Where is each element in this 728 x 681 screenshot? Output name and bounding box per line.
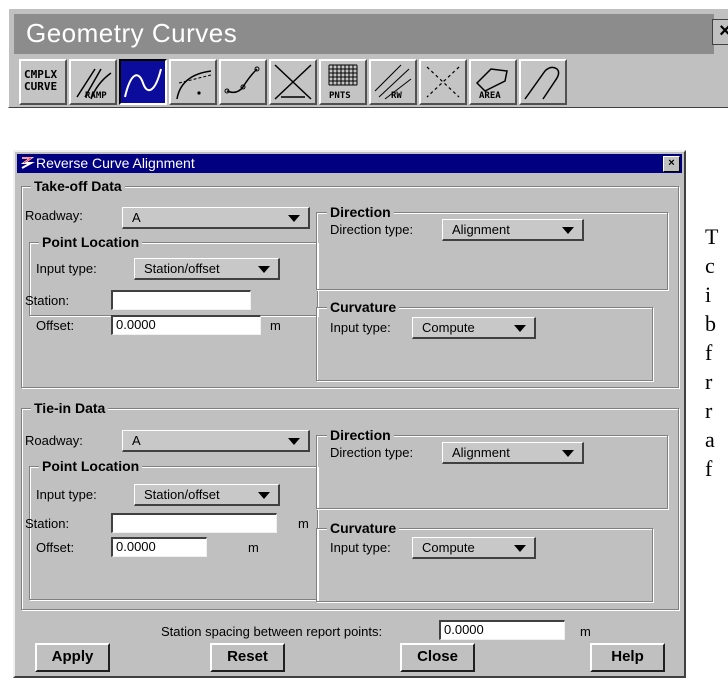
station-spacing-input[interactable]: 0.0000: [439, 620, 565, 640]
chevron-down-icon: [288, 438, 300, 445]
rw-label: RW: [391, 91, 402, 101]
tiein-curvature-input-label: Input type:: [330, 540, 391, 555]
tiein-direction-title: Direction: [327, 427, 394, 443]
tiein-curvature-value: Compute: [422, 540, 475, 555]
text-fragment: b: [705, 311, 716, 336]
chevron-down-icon: [514, 545, 526, 552]
tiein-input-type-dropdown[interactable]: Station/offset: [134, 484, 280, 506]
triangle-x-tool-button[interactable]: [269, 59, 317, 105]
toolbar-close-button[interactable]: ×: [712, 19, 728, 45]
station-spacing-unit: m: [580, 624, 591, 639]
takeoff-direction-value: Alignment: [452, 222, 510, 237]
curve-point-tool-button[interactable]: [169, 59, 217, 105]
close-button[interactable]: Close: [400, 643, 475, 672]
takeoff-curvature-dropdown[interactable]: Compute: [412, 317, 536, 339]
help-button[interactable]: Help: [590, 643, 665, 672]
takeoff-offset-label: Offset:: [36, 318, 75, 333]
text-fragment: f: [705, 340, 713, 365]
complex-curve-icon: CMPLX CURVE: [24, 68, 58, 93]
takeoff-roadway-label: Roadway:: [25, 208, 83, 223]
tiein-direction-dropdown[interactable]: Alignment: [442, 442, 584, 464]
points-label: PNTS: [329, 91, 351, 101]
tiein-offset-input[interactable]: 0.0000: [111, 537, 207, 557]
complex-curve-tool-button[interactable]: CMPLX CURVE: [19, 59, 67, 105]
points-grid-tool-button[interactable]: PNTS: [319, 59, 367, 105]
geometry-curves-toolbar: Geometry Curves × CMPLX CURVE RAMP PNTS …: [8, 8, 728, 108]
hook-curve-tool-button[interactable]: [519, 59, 567, 105]
area-tool-button[interactable]: AREA: [469, 59, 517, 105]
background-document-text: T c i b f r r a f: [705, 222, 718, 483]
tiein-station-input[interactable]: [111, 513, 277, 533]
tiein-station-unit: m: [298, 516, 309, 531]
takeoff-direction-dropdown[interactable]: Alignment: [442, 219, 584, 241]
ramp-tool-button[interactable]: RAMP: [69, 59, 117, 105]
hook-curve-icon: [524, 66, 560, 100]
takeoff-station-label: Station:: [25, 293, 70, 308]
tiein-curvature-title: Curvature: [327, 520, 400, 536]
tiein-point-location-title: Point Location: [39, 458, 143, 474]
tiein-curvature-dropdown[interactable]: Compute: [412, 537, 536, 559]
triangle-x-icon: [274, 64, 312, 100]
reverse-curve-icon: [124, 68, 162, 98]
apply-button[interactable]: Apply: [35, 643, 110, 672]
text-fragment: r: [705, 398, 713, 423]
dialog-close-button[interactable]: ×: [663, 156, 680, 172]
text-fragment: f: [705, 456, 713, 481]
tiein-direction-value: Alignment: [452, 445, 510, 460]
chevron-down-icon: [562, 450, 574, 457]
reset-button[interactable]: Reset: [210, 643, 285, 672]
takeoff-roadway-dropdown[interactable]: A: [122, 207, 310, 229]
area-label: AREA: [479, 91, 501, 101]
takeoff-curvature-value: Compute: [422, 320, 475, 335]
toolbar-title: Geometry Curves: [26, 18, 238, 48]
chevron-down-icon: [288, 215, 300, 222]
takeoff-offset-unit: m: [270, 318, 281, 333]
takeoff-offset-input[interactable]: 0.0000: [111, 315, 261, 335]
text-fragment: T: [705, 224, 719, 249]
ramp-label: RAMP: [85, 91, 107, 101]
takeoff-curvature-input-label: Input type:: [330, 320, 391, 335]
tiein-roadway-value: A: [132, 433, 141, 448]
station-spacing-label: Station spacing between report points:: [161, 624, 383, 639]
tiein-direction-type-label: Direction type:: [330, 445, 414, 460]
chevron-down-icon: [562, 227, 574, 234]
tiein-input-type-value: Station/offset: [144, 487, 220, 502]
takeoff-direction-title: Direction: [327, 204, 394, 220]
takeoff-input-type-dropdown[interactable]: Station/offset: [134, 258, 280, 280]
tiein-offset-label: Offset:: [36, 540, 75, 555]
takeoff-curvature-title: Curvature: [327, 299, 400, 315]
tiein-input-type-label: Input type:: [36, 487, 97, 502]
chevron-down-icon: [514, 325, 526, 332]
tiein-roadway-dropdown[interactable]: A: [122, 430, 310, 452]
tiein-roadway-label: Roadway:: [25, 433, 83, 448]
tiein-offset-unit: m: [248, 540, 259, 555]
dialog-title: Reverse Curve Alignment: [36, 155, 195, 171]
tiein-data-title: Tie-in Data: [31, 400, 109, 416]
text-fragment: r: [705, 369, 713, 394]
takeoff-input-type-label: Input type:: [36, 261, 97, 276]
chevron-down-icon: [258, 266, 270, 273]
curve-point-icon: [176, 70, 212, 100]
takeoff-point-location-title: Point Location: [39, 234, 143, 250]
takeoff-input-type-value: Station/offset: [144, 261, 220, 276]
takeoff-roadway-value: A: [132, 210, 141, 225]
app-icon: [19, 155, 35, 171]
dialog-title-bar[interactable]: Reverse Curve Alignment ×: [17, 154, 682, 173]
toolbar-title-bar[interactable]: Geometry Curves: [14, 14, 714, 54]
text-fragment: i: [705, 282, 712, 307]
takeoff-station-input[interactable]: [111, 290, 251, 310]
reverse-curve-dialog: Reverse Curve Alignment × Take-off Data …: [13, 150, 686, 678]
right-of-way-tool-button[interactable]: RW: [369, 59, 417, 105]
chevron-down-icon: [258, 492, 270, 499]
spiral-points-tool-button[interactable]: [219, 59, 267, 105]
reverse-curve-tool-button[interactable]: [119, 59, 167, 105]
dotted-cross-tool-button[interactable]: [419, 59, 467, 105]
takeoff-data-title: Take-off Data: [31, 178, 125, 194]
dotted-cross-icon: [426, 66, 460, 98]
tiein-station-label: Station:: [25, 516, 70, 531]
text-fragment: c: [705, 253, 715, 278]
text-fragment: a: [705, 427, 715, 452]
takeoff-direction-type-label: Direction type:: [330, 222, 414, 237]
spiral-points-icon: [224, 66, 260, 94]
